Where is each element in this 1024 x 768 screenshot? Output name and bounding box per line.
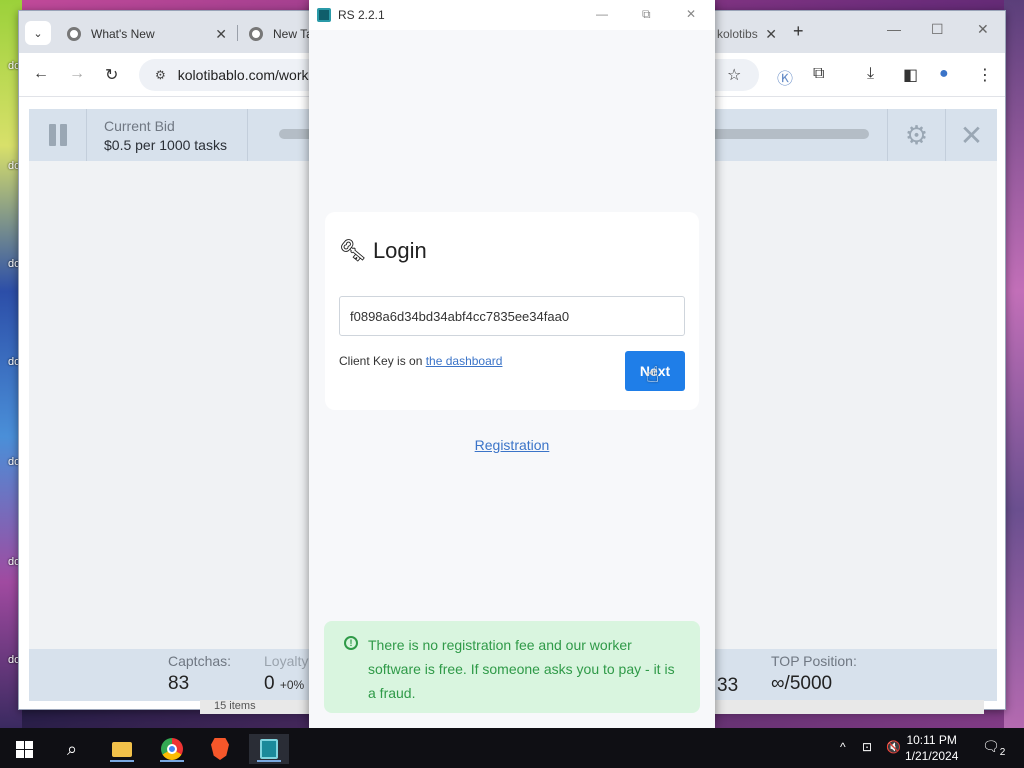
loyalty-label: Loyalty <box>264 653 309 669</box>
tab-search-button[interactable]: ⌄ <box>25 21 51 45</box>
top-position-value: ∞/5000 <box>771 673 833 694</box>
partial-value: 33 <box>717 675 739 696</box>
close-window-icon[interactable]: ✕ <box>686 7 696 21</box>
brave-icon[interactable] <box>200 734 240 764</box>
rs-login-window: RS 2.2.1 — ⧉ ✕ 🗝 Login Client Key is on … <box>309 0 715 728</box>
restore-icon[interactable]: ⧉ <box>642 7 651 22</box>
login-heading: 🗝 Login <box>339 238 427 264</box>
notification-count: 2 <box>999 746 1006 758</box>
system-clock[interactable]: 10:11 PM 1/21/2024 <box>905 732 958 764</box>
loyalty-delta: +0% <box>279 678 305 692</box>
rs-title-bar: RS 2.2.1 — ⧉ ✕ <box>309 0 715 30</box>
hand-cursor-icon: ☝ <box>646 362 660 387</box>
dashboard-link[interactable]: the dashboard <box>426 354 503 368</box>
captchas-label: Captchas: <box>168 653 232 669</box>
start-button[interactable] <box>4 734 44 764</box>
extensions-icon[interactable]: ⧉ <box>813 65 824 83</box>
close-window-icon[interactable]: ✕ <box>977 21 989 38</box>
current-bid: Current Bid $0.5 per 1000 tasks <box>104 117 227 155</box>
alert-text: There is no registration fee and our wor… <box>368 637 675 701</box>
maximize-icon[interactable]: ☐ <box>931 21 944 38</box>
client-key-hint: Client Key is on the dashboard <box>339 354 502 368</box>
login-card: 🗝 Login Client Key is on the dashboard N… <box>325 212 699 410</box>
close-tab-icon[interactable]: ✕ <box>215 26 227 43</box>
chrome-taskbar-icon[interactable] <box>152 734 192 764</box>
windows-logo-icon <box>15 740 33 758</box>
close-icon[interactable]: ✕ <box>945 109 997 161</box>
client-key-input[interactable] <box>339 296 685 336</box>
divider <box>247 109 248 161</box>
new-tab-button[interactable]: + <box>793 21 804 42</box>
hint-text: Client Key is on <box>339 354 426 368</box>
back-icon[interactable]: ← <box>33 65 49 83</box>
chevron-down-icon: ⌄ <box>33 27 43 40</box>
info-icon: ! <box>344 636 358 650</box>
minimize-icon[interactable]: — <box>887 21 901 37</box>
tab-kolotibablo[interactable]: kolotibs ✕ <box>717 19 777 49</box>
windows-taskbar: ⌕ ^ ⊡ 🔇 10:11 PM 1/21/2024 🗨2 <box>0 728 1024 768</box>
desktop-background-right <box>1004 0 1024 728</box>
chevron-up-icon[interactable]: ^ <box>840 740 846 754</box>
minimize-icon[interactable]: — <box>596 7 608 21</box>
network-icon[interactable]: ⊡ <box>862 740 872 754</box>
chrome-icon <box>249 27 263 41</box>
search-icon[interactable]: ⌕ <box>52 734 92 764</box>
url-text: kolotibablo.com/work <box>177 67 309 83</box>
side-panel-icon[interactable]: ◧ <box>903 65 918 85</box>
forward-icon[interactable]: → <box>69 65 85 83</box>
pause-icon-bar <box>59 124 67 146</box>
reload-icon[interactable]: ↻ <box>105 65 118 85</box>
tab-divider <box>237 25 238 41</box>
file-explorer-icon[interactable] <box>102 734 142 764</box>
chrome-icon <box>67 27 81 41</box>
top-position-label: TOP Position: <box>771 653 857 669</box>
info-alert: ! There is no registration fee and our w… <box>324 621 700 713</box>
loyalty-value: 0 <box>264 673 275 694</box>
settings-gear-icon[interactable]: ⚙ <box>887 109 945 161</box>
profile-avatar-icon[interactable]: ● <box>939 65 949 83</box>
partial-stat: 33 <box>717 653 738 697</box>
notification-icon[interactable]: 🗨2 <box>982 738 1005 758</box>
loyalty-value-row: 0 +0% <box>264 673 308 695</box>
site-settings-icon[interactable]: ⚙ <box>155 68 166 82</box>
pause-icon-bar <box>48 124 56 146</box>
rs-app-icon <box>317 8 331 22</box>
tab-whats-new[interactable]: What's New ✕ <box>67 19 227 49</box>
clock-date: 1/21/2024 <box>905 749 959 763</box>
rs-taskbar-icon[interactable] <box>249 734 289 764</box>
bookmark-star-icon[interactable]: ☆ <box>727 65 741 85</box>
loyalty-stat: Loyalty 0 +0% <box>264 653 308 695</box>
bid-value: $0.5 per 1000 tasks <box>104 137 227 153</box>
kolotibablo-extension-icon[interactable]: Ⓚ <box>777 65 793 89</box>
key-icon: 🗝 <box>339 238 367 263</box>
login-title: Login <box>372 238 427 263</box>
rs-window-title: RS 2.2.1 <box>338 8 385 22</box>
download-icon[interactable]: ⤓ <box>867 65 874 83</box>
top-position-stat: TOP Position: ∞/5000 <box>771 653 857 695</box>
captchas-value: 83 <box>168 673 190 694</box>
registration-link[interactable]: Registration <box>309 437 715 453</box>
pause-button[interactable] <box>29 109 87 161</box>
close-tab-icon[interactable]: ✕ <box>765 26 777 43</box>
captchas-stat: Captchas: 83 <box>168 653 231 695</box>
volume-muted-icon[interactable]: 🔇 <box>886 740 901 754</box>
clock-time: 10:11 PM <box>906 733 957 747</box>
menu-kebab-icon[interactable]: ⋮ <box>977 65 993 85</box>
tab-label: What's New <box>91 27 155 41</box>
tab-label: New Ta <box>273 27 313 41</box>
bid-label: Current Bid <box>104 118 175 134</box>
tab-label: kolotibs <box>717 27 758 41</box>
